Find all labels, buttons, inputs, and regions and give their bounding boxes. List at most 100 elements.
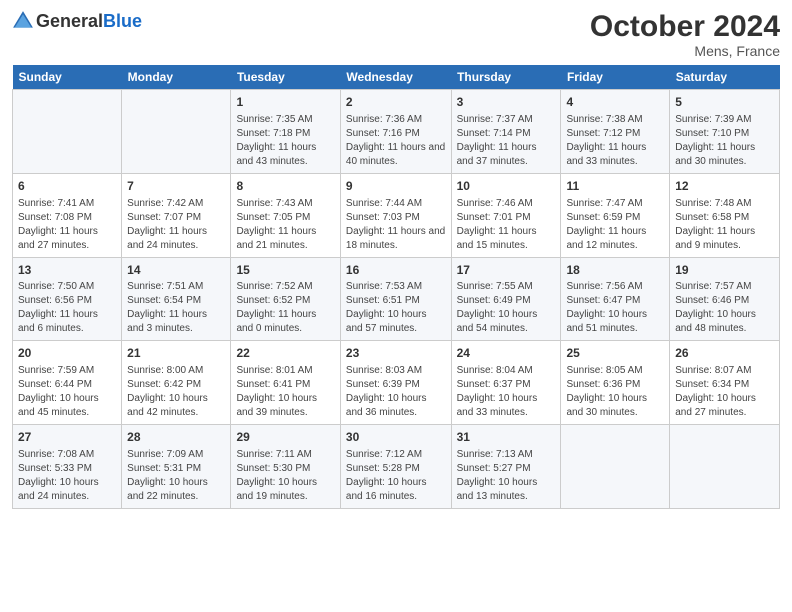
calendar-cell: 30 Sunrise: 7:12 AMSunset: 5:28 PMDayligh… bbox=[340, 425, 451, 509]
calendar-page: GeneralBlue October 2024 Mens, France Su… bbox=[0, 0, 792, 612]
day-number: 27 bbox=[18, 429, 116, 446]
day-info: Sunrise: 7:11 AMSunset: 5:30 PMDaylight:… bbox=[236, 448, 334, 504]
day-info: Sunrise: 7:42 AMSunset: 7:07 PMDaylight:… bbox=[127, 197, 225, 253]
day-info: Sunrise: 8:00 AMSunset: 6:42 PMDaylight:… bbox=[127, 364, 225, 420]
day-number: 22 bbox=[236, 345, 334, 362]
calendar-cell: 22 Sunrise: 8:01 AMSunset: 6:41 PMDayligh… bbox=[231, 341, 340, 425]
calendar-title: October 2024 bbox=[590, 10, 780, 43]
calendar-cell bbox=[670, 425, 780, 509]
col-thursday: Thursday bbox=[451, 65, 561, 90]
day-number: 16 bbox=[346, 262, 446, 279]
day-number: 30 bbox=[346, 429, 446, 446]
calendar-week-2: 6Sunrise: 7:41 AMSunset: 7:08 PMDaylight… bbox=[13, 173, 780, 257]
day-info: Sunrise: 7:36 AMSunset: 7:16 PMDaylight:… bbox=[346, 113, 446, 169]
calendar-cell: 11 Sunrise: 7:47 AMSunset: 6:59 PMDayligh… bbox=[561, 173, 670, 257]
day-number: 19 bbox=[675, 262, 774, 279]
calendar-cell: 1 Sunrise: 7:35 AMSunset: 7:18 PMDaylight… bbox=[231, 90, 340, 174]
day-info: Sunrise: 7:35 AMSunset: 7:18 PMDaylight:… bbox=[236, 113, 334, 169]
day-info: Sunrise: 7:44 AMSunset: 7:03 PMDaylight:… bbox=[346, 197, 446, 253]
day-number: 24 bbox=[457, 345, 556, 362]
calendar-week-4: 20Sunrise: 7:59 AMSunset: 6:44 PMDayligh… bbox=[13, 341, 780, 425]
calendar-cell: 20Sunrise: 7:59 AMSunset: 6:44 PMDayligh… bbox=[13, 341, 122, 425]
calendar-cell: 28 Sunrise: 7:09 AMSunset: 5:31 PMDayligh… bbox=[122, 425, 231, 509]
calendar-cell: 16Sunrise: 7:53 AMSunset: 6:51 PMDayligh… bbox=[340, 257, 451, 341]
day-number: 11 bbox=[566, 178, 664, 195]
calendar-table: Sunday Monday Tuesday Wednesday Thursday… bbox=[12, 65, 780, 509]
day-number: 31 bbox=[457, 429, 556, 446]
day-number: 5 bbox=[675, 94, 774, 111]
calendar-cell: 8Sunrise: 7:43 AMSunset: 7:05 PMDaylight… bbox=[231, 173, 340, 257]
day-number: 23 bbox=[346, 345, 446, 362]
calendar-cell: 13Sunrise: 7:50 AMSunset: 6:56 PMDayligh… bbox=[13, 257, 122, 341]
logo-blue: Blue bbox=[103, 11, 142, 31]
day-info: Sunrise: 8:05 AMSunset: 6:36 PMDaylight:… bbox=[566, 364, 664, 420]
day-number: 3 bbox=[457, 94, 556, 111]
day-info: Sunrise: 7:38 AMSunset: 7:12 PMDaylight:… bbox=[566, 113, 664, 169]
day-number: 18 bbox=[566, 262, 664, 279]
day-info: Sunrise: 7:37 AMSunset: 7:14 PMDaylight:… bbox=[457, 113, 556, 169]
col-sunday: Sunday bbox=[13, 65, 122, 90]
calendar-week-3: 13Sunrise: 7:50 AMSunset: 6:56 PMDayligh… bbox=[13, 257, 780, 341]
calendar-cell bbox=[13, 90, 122, 174]
calendar-cell: 29 Sunrise: 7:11 AMSunset: 5:30 PMDayligh… bbox=[231, 425, 340, 509]
calendar-cell: 9 Sunrise: 7:44 AMSunset: 7:03 PMDaylight… bbox=[340, 173, 451, 257]
calendar-cell: 26Sunrise: 8:07 AMSunset: 6:34 PMDayligh… bbox=[670, 341, 780, 425]
calendar-cell: 27 Sunrise: 7:08 AMSunset: 5:33 PMDayligh… bbox=[13, 425, 122, 509]
day-number: 7 bbox=[127, 178, 225, 195]
day-number: 13 bbox=[18, 262, 116, 279]
day-number: 10 bbox=[457, 178, 556, 195]
calendar-cell: 31 Sunrise: 7:13 AMSunset: 5:27 PMDayligh… bbox=[451, 425, 561, 509]
day-info: Sunrise: 7:59 AMSunset: 6:44 PMDaylight:… bbox=[18, 364, 116, 420]
day-info: Sunrise: 7:39 AMSunset: 7:10 PMDaylight:… bbox=[675, 113, 774, 169]
calendar-cell: 14Sunrise: 7:51 AMSunset: 6:54 PMDayligh… bbox=[122, 257, 231, 341]
day-number: 1 bbox=[236, 94, 334, 111]
calendar-cell: 23 Sunrise: 8:03 AMSunset: 6:39 PMDayligh… bbox=[340, 341, 451, 425]
day-info: Sunrise: 7:13 AMSunset: 5:27 PMDaylight:… bbox=[457, 448, 556, 504]
day-info: Sunrise: 7:48 AMSunset: 6:58 PMDaylight:… bbox=[675, 197, 774, 253]
day-info: Sunrise: 7:55 AMSunset: 6:49 PMDaylight:… bbox=[457, 280, 556, 336]
col-friday: Friday bbox=[561, 65, 670, 90]
day-number: 29 bbox=[236, 429, 334, 446]
col-tuesday: Tuesday bbox=[231, 65, 340, 90]
calendar-cell: 24Sunrise: 8:04 AMSunset: 6:37 PMDayligh… bbox=[451, 341, 561, 425]
day-info: Sunrise: 7:46 AMSunset: 7:01 PMDaylight:… bbox=[457, 197, 556, 253]
day-info: Sunrise: 7:12 AMSunset: 5:28 PMDaylight:… bbox=[346, 448, 446, 504]
calendar-cell: 25 Sunrise: 8:05 AMSunset: 6:36 PMDayligh… bbox=[561, 341, 670, 425]
calendar-cell: 17Sunrise: 7:55 AMSunset: 6:49 PMDayligh… bbox=[451, 257, 561, 341]
day-info: Sunrise: 8:01 AMSunset: 6:41 PMDaylight:… bbox=[236, 364, 334, 420]
calendar-cell: 15Sunrise: 7:52 AMSunset: 6:52 PMDayligh… bbox=[231, 257, 340, 341]
day-info: Sunrise: 7:08 AMSunset: 5:33 PMDaylight:… bbox=[18, 448, 116, 504]
calendar-cell: 7 Sunrise: 7:42 AMSunset: 7:07 PMDaylight… bbox=[122, 173, 231, 257]
header: GeneralBlue October 2024 Mens, France bbox=[12, 10, 780, 59]
day-number: 2 bbox=[346, 94, 446, 111]
calendar-cell: 10 Sunrise: 7:46 AMSunset: 7:01 PMDayligh… bbox=[451, 173, 561, 257]
day-number: 9 bbox=[346, 178, 446, 195]
day-info: Sunrise: 7:52 AMSunset: 6:52 PMDaylight:… bbox=[236, 280, 334, 336]
day-number: 12 bbox=[675, 178, 774, 195]
day-number: 14 bbox=[127, 262, 225, 279]
day-info: Sunrise: 7:50 AMSunset: 6:56 PMDaylight:… bbox=[18, 280, 116, 336]
col-monday: Monday bbox=[122, 65, 231, 90]
day-number: 17 bbox=[457, 262, 556, 279]
day-info: Sunrise: 7:53 AMSunset: 6:51 PMDaylight:… bbox=[346, 280, 446, 336]
day-number: 25 bbox=[566, 345, 664, 362]
header-row: Sunday Monday Tuesday Wednesday Thursday… bbox=[13, 65, 780, 90]
day-number: 4 bbox=[566, 94, 664, 111]
day-number: 28 bbox=[127, 429, 225, 446]
calendar-cell bbox=[122, 90, 231, 174]
day-info: Sunrise: 8:03 AMSunset: 6:39 PMDaylight:… bbox=[346, 364, 446, 420]
day-info: Sunrise: 7:09 AMSunset: 5:31 PMDaylight:… bbox=[127, 448, 225, 504]
calendar-week-5: 27 Sunrise: 7:08 AMSunset: 5:33 PMDayligh… bbox=[13, 425, 780, 509]
calendar-subtitle: Mens, France bbox=[590, 43, 780, 59]
day-info: Sunrise: 7:47 AMSunset: 6:59 PMDaylight:… bbox=[566, 197, 664, 253]
day-info: Sunrise: 7:56 AMSunset: 6:47 PMDaylight:… bbox=[566, 280, 664, 336]
day-info: Sunrise: 8:07 AMSunset: 6:34 PMDaylight:… bbox=[675, 364, 774, 420]
calendar-cell: 4 Sunrise: 7:38 AMSunset: 7:12 PMDaylight… bbox=[561, 90, 670, 174]
calendar-cell: 19Sunrise: 7:57 AMSunset: 6:46 PMDayligh… bbox=[670, 257, 780, 341]
day-info: Sunrise: 7:41 AMSunset: 7:08 PMDaylight:… bbox=[18, 197, 116, 253]
col-saturday: Saturday bbox=[670, 65, 780, 90]
day-number: 8 bbox=[236, 178, 334, 195]
calendar-cell: 12 Sunrise: 7:48 AMSunset: 6:58 PMDayligh… bbox=[670, 173, 780, 257]
calendar-week-1: 1 Sunrise: 7:35 AMSunset: 7:18 PMDaylight… bbox=[13, 90, 780, 174]
calendar-cell: 21Sunrise: 8:00 AMSunset: 6:42 PMDayligh… bbox=[122, 341, 231, 425]
